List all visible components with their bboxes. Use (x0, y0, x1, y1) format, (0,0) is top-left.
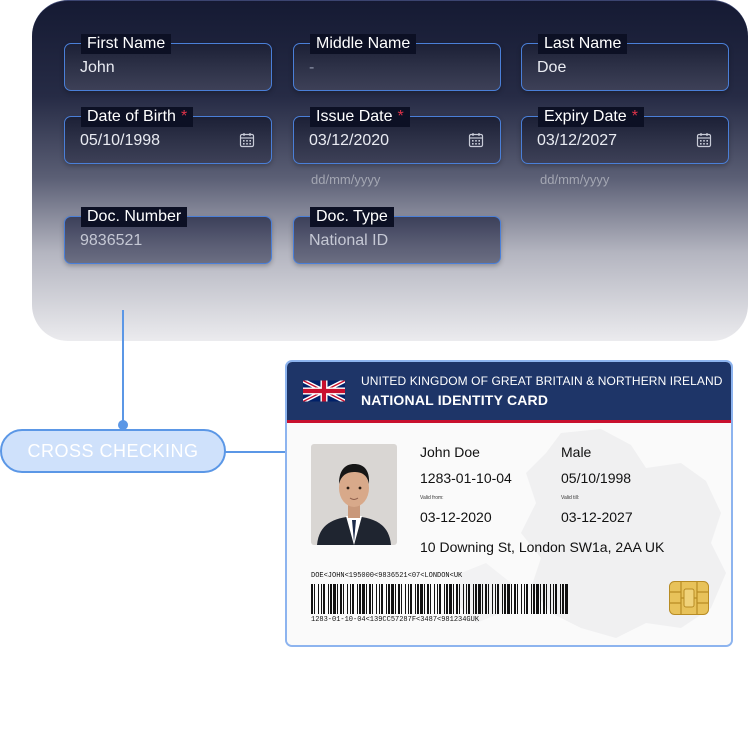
card-title: NATIONAL IDENTITY CARD (361, 392, 549, 408)
valid-till-label: Valid till: (561, 495, 580, 501)
valid-from-label: Valid from: (420, 495, 444, 501)
card-header: UNITED KINGDOM OF GREAT BRITAIN & NORTHE… (287, 362, 731, 423)
first-name-label: First Name (81, 34, 172, 54)
card-valid-from: 03-12-2020 (420, 509, 492, 525)
card-sex: Male (561, 444, 592, 460)
expiry-date-label: Expiry Date * (538, 107, 644, 127)
id-card: UNITED KINGDOM OF GREAT BRITAIN & NORTHE… (285, 360, 733, 647)
mrz-line-1: DOE<JOHN<195000<9836521<07<LONDON<UK (311, 572, 463, 580)
card-address: 10 Downing St, London SW1a, 2AA UK (420, 539, 665, 555)
middle-name-value: - (309, 59, 315, 76)
connector-line-vertical (122, 310, 124, 424)
portrait-photo (311, 444, 397, 545)
middle-name-field[interactable]: Middle Name - (293, 34, 501, 91)
doc-number-label: Doc. Number (81, 207, 188, 227)
form-panel: First Name John Middle Name - Last Name … (32, 0, 748, 341)
barcode (311, 584, 568, 614)
middle-name-label: Middle Name (310, 34, 417, 54)
issue-date-hint: dd/mm/yyyy (311, 172, 381, 187)
uk-flag-icon (303, 380, 345, 402)
expiry-date-value: 03/12/2027 (537, 132, 618, 149)
last-name-value: Doe (537, 59, 567, 76)
issue-date-label: Issue Date * (310, 107, 410, 127)
doc-type-field[interactable]: Doc. Type National ID (293, 207, 501, 264)
required-marker: * (631, 108, 638, 125)
chip-icon (669, 581, 709, 615)
doc-type-label: Doc. Type (310, 207, 394, 227)
required-marker: * (180, 108, 188, 125)
card-birth-date: 05/10/1998 (561, 470, 632, 486)
issue-date-value: 03/12/2020 (309, 132, 390, 149)
card-valid-till: 03-12-2027 (561, 509, 633, 525)
calendar-icon[interactable] (239, 132, 255, 148)
doc-type-value: National ID (309, 232, 389, 249)
first-name-field[interactable]: First Name John (64, 34, 272, 91)
calendar-icon[interactable] (696, 132, 712, 148)
calendar-icon[interactable] (468, 132, 484, 148)
date-of-birth-value: 05/10/1998 (80, 132, 161, 149)
doc-number-field[interactable]: Doc. Number 9836521 (64, 207, 272, 264)
date-of-birth-field[interactable]: Date of Birth * 05/10/1998 (64, 107, 272, 164)
cross-checking-button[interactable]: CROSS CHECKING (0, 429, 226, 473)
card-name: John Doe (420, 444, 480, 460)
doc-number-value: 9836521 (80, 232, 143, 249)
last-name-field[interactable]: Last Name Doe (521, 34, 729, 91)
mrz-line-2: 1283-01-10-04<139CC57287F<3487<981234GUK (311, 616, 480, 624)
issue-date-field[interactable]: Issue Date * 03/12/2020 (293, 107, 501, 164)
card-id-number: 1283-01-10-04 (420, 470, 512, 486)
first-name-value: John (80, 59, 115, 76)
date-of-birth-label: Date of Birth * (81, 107, 194, 127)
required-marker: * (397, 108, 404, 125)
connector-line-horizontal (224, 451, 288, 453)
expiry-date-hint: dd/mm/yyyy (540, 172, 610, 187)
last-name-label: Last Name (538, 34, 628, 54)
expiry-date-field[interactable]: Expiry Date * 03/12/2027 (521, 107, 729, 164)
card-country: UNITED KINGDOM OF GREAT BRITAIN & NORTHE… (361, 374, 723, 388)
